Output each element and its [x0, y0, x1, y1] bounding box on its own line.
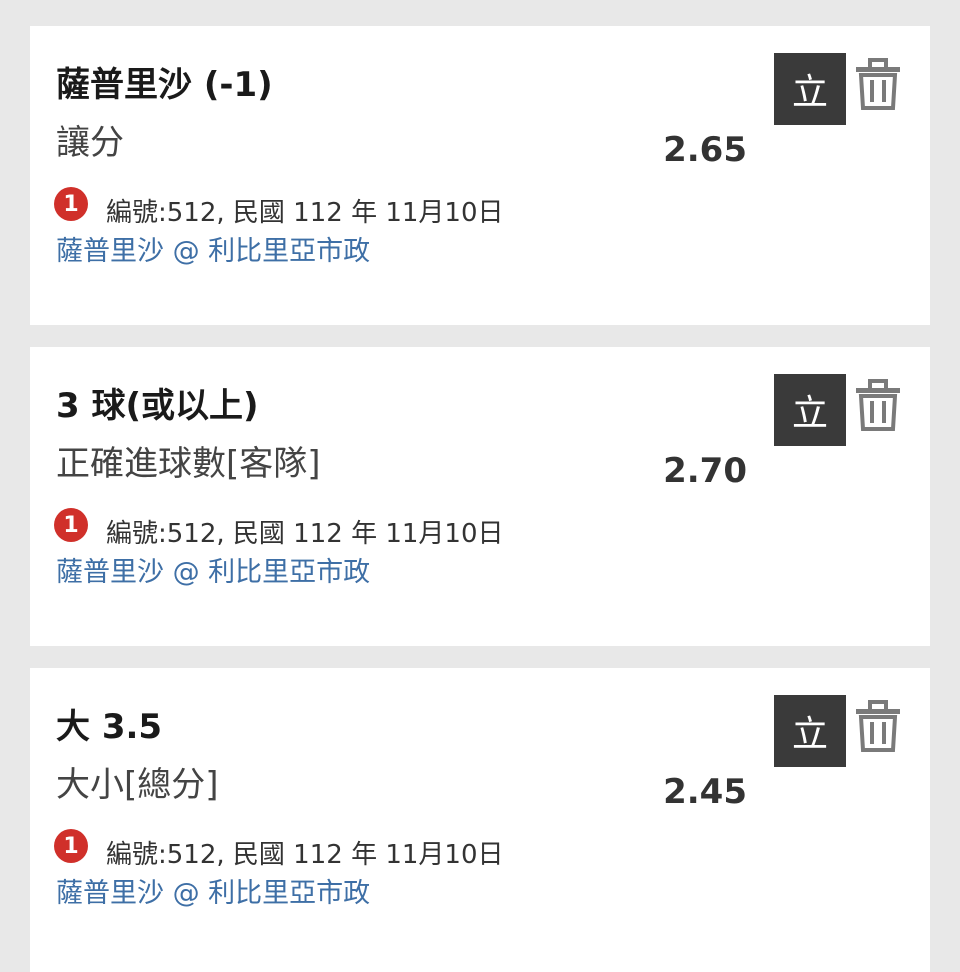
alert-badge: 1	[54, 508, 88, 542]
market-type: 讓分	[56, 123, 124, 163]
selection-title: 3 球(或以上)	[56, 386, 259, 426]
match-link[interactable]: 薩普里沙 @ 利比里亞市政	[56, 874, 370, 914]
alert-badge: 1	[54, 829, 88, 863]
trash-icon[interactable]	[852, 56, 904, 112]
event-info: 編號:512, 民國 112 年 11月10日	[106, 839, 504, 870]
instant-bet-button[interactable]: 立	[774, 695, 846, 767]
bet-card: 大 3.5 大小[總分] 2.45 1 編號:512, 民國 112 年 11月…	[30, 668, 930, 972]
match-link[interactable]: 薩普里沙 @ 利比里亞市政	[56, 553, 370, 593]
event-info: 編號:512, 民國 112 年 11月10日	[106, 197, 504, 228]
trash-icon[interactable]	[852, 698, 904, 754]
event-info: 編號:512, 民國 112 年 11月10日	[106, 518, 504, 549]
bet-info: 1 編號:512, 民國 112 年 11月10日	[54, 186, 504, 228]
odds-value: 2.70	[663, 451, 747, 491]
bet-card: 薩普里沙 (-1) 讓分 2.65 1 編號:512, 民國 112 年 11月…	[30, 26, 930, 325]
market-type: 正確進球數[客隊]	[56, 444, 321, 484]
bet-card: 3 球(或以上) 正確進球數[客隊] 2.70 1 編號:512, 民國 112…	[30, 347, 930, 646]
bet-info: 1 編號:512, 民國 112 年 11月10日	[54, 828, 504, 870]
odds-value: 2.65	[663, 130, 747, 170]
match-link[interactable]: 薩普里沙 @ 利比里亞市政	[56, 232, 370, 272]
instant-bet-button[interactable]: 立	[774, 53, 846, 125]
trash-icon[interactable]	[852, 377, 904, 433]
odds-value: 2.45	[663, 772, 747, 812]
instant-bet-button[interactable]: 立	[774, 374, 846, 446]
bet-info: 1 編號:512, 民國 112 年 11月10日	[54, 507, 504, 549]
market-type: 大小[總分]	[56, 765, 219, 805]
selection-title: 薩普里沙 (-1)	[56, 65, 273, 105]
alert-badge: 1	[54, 187, 88, 221]
selection-title: 大 3.5	[56, 707, 163, 747]
